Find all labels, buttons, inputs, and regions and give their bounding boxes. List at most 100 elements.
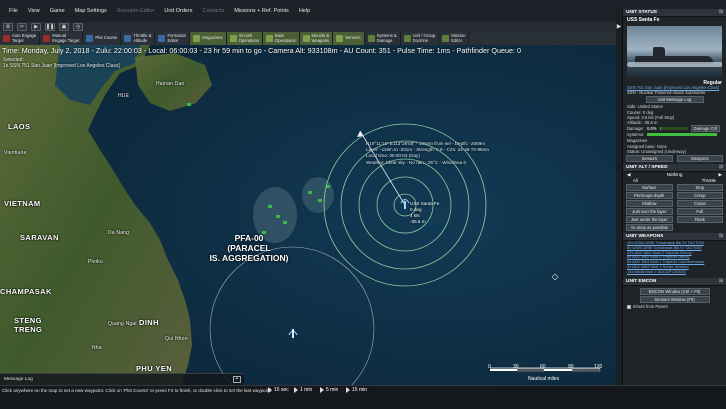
time-compression-15m[interactable]: 15 min xyxy=(346,387,367,393)
quick-toolbar: ⚙ ✂ ▶ ❚❚ ▣ ◷ xyxy=(0,22,622,32)
speed-full-button[interactable]: Full xyxy=(676,208,723,216)
reference-point-label[interactable]: PFA-00 (PARACEL IS. AGGREGATION) xyxy=(193,233,305,263)
menu-contacts[interactable]: Contacts xyxy=(198,8,230,14)
sensors-panel-button[interactable]: Sensors xyxy=(626,155,673,163)
speed-flank-button[interactable]: Flank xyxy=(676,216,723,224)
map-label-saravan: SARAVAN xyxy=(20,233,59,242)
map-label-laos: LAOS xyxy=(8,122,31,131)
manual-engage-label: Manual Engage Target xyxy=(52,32,80,43)
menu-view[interactable]: View xyxy=(23,8,45,14)
emcon-window-button[interactable]: EMCON Window (Ctrl + F9) xyxy=(639,287,710,295)
weapon-item[interactable]: 14x Mk48 Mod 7 ADCAP CBASS xyxy=(623,269,726,275)
magazine-icon xyxy=(193,35,201,42)
message-log-bar[interactable]: Message Log + xyxy=(0,373,244,385)
doctrine-button[interactable]: Unit / Group Doctrine xyxy=(401,32,440,45)
camera-icon[interactable]: ▣ xyxy=(59,23,69,31)
map-label-qui-nhon: Qui Nhon xyxy=(165,336,188,342)
speed-stop-button[interactable]: Stop xyxy=(676,184,723,192)
selected-unit: 1x SSN 751 San Juan [Improved Los Angele… xyxy=(3,63,120,69)
reference-point-line2: (PARACEL xyxy=(227,243,271,253)
time-status-line: Time: Monday, July 2, 2018 - Zulu: 22:00… xyxy=(2,46,521,55)
gear-icon[interactable]: ⚙ xyxy=(3,23,13,31)
map-label-hainan: Hainan Dao xyxy=(156,81,185,87)
menu-scenario-editor[interactable]: Scenario Editor xyxy=(112,8,160,14)
unit-weapons-header[interactable]: UNIT WEAPONS ⊞ xyxy=(623,233,726,242)
pause-icon[interactable]: ❚❚ xyxy=(45,23,55,31)
checkbox-icon[interactable] xyxy=(627,304,631,309)
damage-control-button[interactable]: Damage Ctrl xyxy=(690,125,721,133)
weapons-panel-button[interactable]: Weapons xyxy=(676,155,723,163)
alt-over-layer-button[interactable]: Just over the layer xyxy=(626,208,673,216)
pin-icon[interactable]: ⊞ xyxy=(719,165,723,170)
unit-info-tooltip: N19°11'16" E113°28'58" - 106nm from sel … xyxy=(366,141,489,166)
formation-editor-button[interactable]: Formation Editor xyxy=(155,32,191,45)
time-compression-1m[interactable]: 1 min xyxy=(294,387,312,393)
selection-info: Selected: 1x SSN 751 San Juan [Improved … xyxy=(3,57,120,69)
clock-icon[interactable]: ◷ xyxy=(73,23,83,31)
pin-icon[interactable]: ⊞ xyxy=(719,10,723,15)
menu-help[interactable]: Help xyxy=(294,8,315,14)
menu-game[interactable]: Game xyxy=(45,8,70,14)
map-canvas xyxy=(0,45,622,385)
speed-creep-button[interactable]: Creep xyxy=(676,192,723,200)
map-label-hue: HUE xyxy=(118,93,130,99)
expand-icon[interactable]: + xyxy=(233,376,241,383)
throttle-altitude-button[interactable]: Throttle & Altitude xyxy=(121,32,156,45)
magazines-button[interactable]: Magazines xyxy=(190,32,227,45)
mount-icon xyxy=(302,35,310,42)
plot-course-button[interactable]: Plot Course xyxy=(83,32,122,45)
reference-point-line3: IS. AGGREGATION) xyxy=(209,253,289,263)
unit-assignment-status: Status: Unassigned (Underway) xyxy=(627,148,687,154)
scale-tick-30: 30 xyxy=(513,364,519,370)
unit-panel: UNIT STATUS ⊞ USS Santa Fe Regular SSN 75… xyxy=(622,9,726,385)
speed-cruise-button[interactable]: Cruise xyxy=(676,200,723,208)
reference-point-name: PFA-00 xyxy=(234,233,264,243)
time-compression-5m[interactable]: 5 min xyxy=(320,387,338,393)
inherit-parent-checkbox[interactable]: Inherit from Parent xyxy=(623,304,726,310)
map-label-champasak: CHAMPASAK xyxy=(0,287,52,296)
menu-map-settings[interactable]: Map Settings xyxy=(70,8,112,14)
doctrine-icon xyxy=(403,35,411,42)
pin-icon[interactable]: ⊞ xyxy=(719,279,723,284)
menu-file[interactable]: File xyxy=(4,8,23,14)
damage-value: 0.0% xyxy=(647,126,657,132)
map-label-steng-treng: STENG TRENG xyxy=(14,316,43,334)
alt-speed-header[interactable]: UNIT ALT / SPEED ⊞ xyxy=(623,164,726,173)
sensors-label: Sensors xyxy=(345,35,361,41)
sensors-button[interactable]: Sensors xyxy=(333,32,365,45)
scale-tick-60: 60 xyxy=(540,364,546,370)
unit-status-header[interactable]: UNIT STATUS ⊞ xyxy=(623,9,726,17)
alt-deep-button[interactable]: As deep as possible xyxy=(626,224,673,232)
scissors-icon[interactable]: ✂ xyxy=(17,23,27,31)
alt-surface-button[interactable]: Surface xyxy=(626,184,673,192)
alt-periscope-button[interactable]: Periscope depth xyxy=(626,192,673,200)
menu-missions[interactable]: Missions + Ref. Points xyxy=(229,8,294,14)
mounts-weapons-label: Mounts & Weapons xyxy=(311,32,330,43)
play-icon[interactable]: ▶ xyxy=(31,23,41,31)
menu-unit-orders[interactable]: Unit Orders xyxy=(159,8,197,14)
boat-operations-button[interactable]: Boat Operations xyxy=(263,32,300,45)
sensors-window-button[interactable]: Sensors Window (F9) xyxy=(639,295,710,303)
time-compression-15s[interactable]: 15 sec xyxy=(268,387,289,393)
systems-damage-button[interactable]: Systems & Damage xyxy=(365,32,401,45)
mounts-weapons-button[interactable]: Mounts & Weapons xyxy=(299,32,334,45)
formation-editor-label: Formation Editor xyxy=(167,32,187,43)
alt-shallow-button[interactable]: Shallow xyxy=(626,200,673,208)
tc-15m-label: 15 min xyxy=(352,387,368,393)
tc-5m-label: 5 min xyxy=(326,387,339,393)
pin-icon[interactable]: ⊞ xyxy=(719,234,723,239)
aircraft-operations-button[interactable]: Aircraft Operations xyxy=(226,32,264,45)
magazines-label: Magazines xyxy=(202,35,223,41)
speed-right-arrow-icon[interactable]: ▶ xyxy=(718,172,722,178)
unit-emcon-header[interactable]: UNIT EMCON ⊞ xyxy=(623,277,726,286)
unit-message-log-button[interactable]: Unit Message Log xyxy=(645,96,704,104)
auto-engage-button[interactable]: Auto Engage Target xyxy=(0,32,41,45)
manual-engage-button[interactable]: Manual Engage Target xyxy=(40,32,84,45)
command-toolbar: Auto Engage Target Manual Engage Target … xyxy=(0,32,622,45)
mission-editor-button[interactable]: Mission Editor xyxy=(439,32,470,45)
scale-unit: Nautical miles xyxy=(528,376,560,382)
alt-under-layer-button[interactable]: Just under the layer xyxy=(626,216,673,224)
map-label-dinh: DINH xyxy=(139,318,159,327)
speed-left-arrow-icon[interactable]: ◀ xyxy=(627,172,631,178)
tactical-map[interactable] xyxy=(0,45,622,385)
